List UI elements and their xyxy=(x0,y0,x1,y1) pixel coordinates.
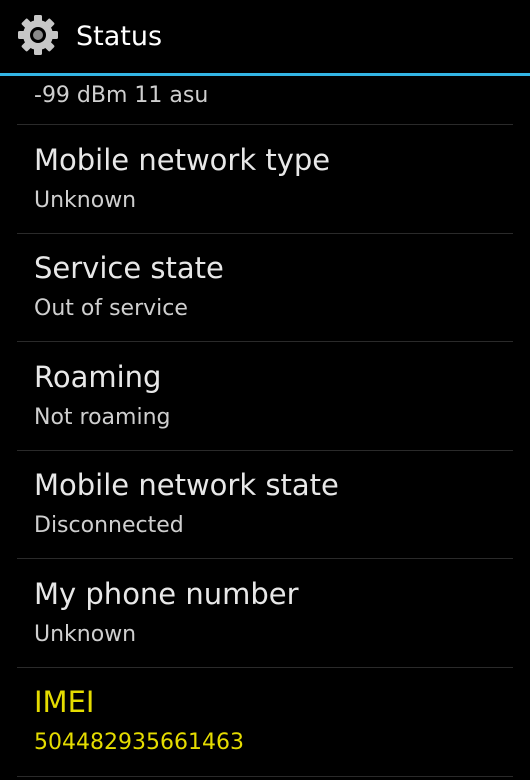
list-item-service-state[interactable]: Service state Out of service xyxy=(0,234,530,341)
imei-value: 504482935661463 xyxy=(34,730,244,755)
my-phone-number-value: Unknown xyxy=(34,622,137,647)
list-item-signal-strength[interactable]: -99 dBm 11 asu xyxy=(0,76,530,124)
mobile-network-type-label: Mobile network type xyxy=(34,143,331,177)
status-list: -99 dBm 11 asu Mobile network type Unkno… xyxy=(0,76,530,780)
page-title: Status xyxy=(76,21,163,52)
roaming-label: Roaming xyxy=(34,360,162,394)
divider xyxy=(17,776,513,777)
mobile-network-state-label: Mobile network state xyxy=(34,468,339,502)
list-item-mobile-network-state[interactable]: Mobile network state Disconnected xyxy=(0,451,530,558)
roaming-value: Not roaming xyxy=(34,405,171,430)
imei-label: IMEI xyxy=(34,685,95,719)
mobile-network-state-value: Disconnected xyxy=(34,513,184,538)
list-item-my-phone-number[interactable]: My phone number Unknown xyxy=(0,559,530,667)
list-item-imei[interactable]: IMEI 504482935661463 xyxy=(0,668,530,776)
signal-strength-value: -99 dBm 11 asu xyxy=(34,83,209,108)
list-item-mobile-network-type[interactable]: Mobile network type Unknown xyxy=(0,125,530,233)
gear-icon[interactable] xyxy=(16,13,60,57)
list-item-roaming[interactable]: Roaming Not roaming xyxy=(0,342,530,450)
service-state-value: Out of service xyxy=(34,296,188,321)
action-bar: Status xyxy=(0,0,530,73)
mobile-network-type-value: Unknown xyxy=(34,188,137,213)
service-state-label: Service state xyxy=(34,251,224,285)
my-phone-number-label: My phone number xyxy=(34,577,299,611)
